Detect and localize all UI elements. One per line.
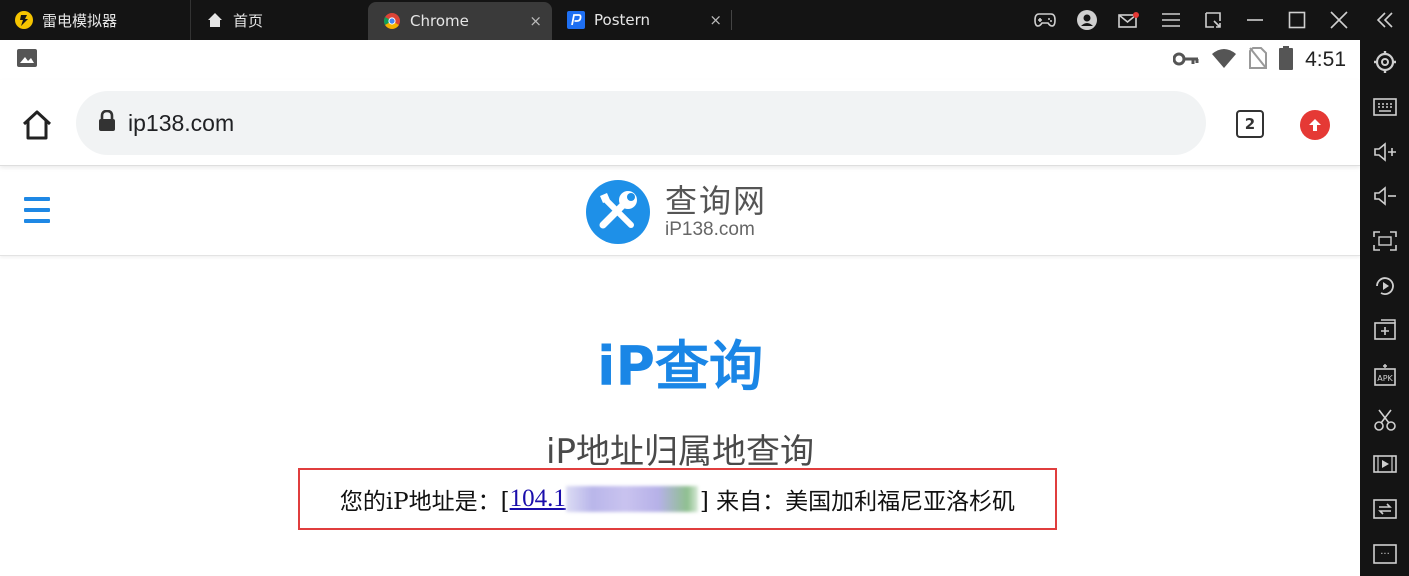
omnibox[interactable]: ip138.com <box>76 91 1206 155</box>
tools-logo-icon <box>586 180 650 244</box>
ldplayer-logo-icon <box>14 10 34 30</box>
volume-up-icon[interactable] <box>1360 129 1409 174</box>
ip-redaction <box>565 486 698 512</box>
android-screen: 4:51 ip138.com 2 查询网 iP138.com iP查询 iP地址… <box>0 40 1360 576</box>
tab-postern-close-icon[interactable]: × <box>709 11 722 29</box>
minimize-icon[interactable] <box>1234 0 1276 40</box>
browser-home-button[interactable] <box>20 108 54 142</box>
mail-icon[interactable] <box>1108 0 1150 40</box>
rotate-icon[interactable] <box>1360 263 1409 308</box>
more-icon[interactable]: ··· <box>1360 531 1409 576</box>
keyboard-icon[interactable] <box>1360 85 1409 130</box>
account-icon[interactable] <box>1066 0 1108 40</box>
sync-icon[interactable] <box>1360 487 1409 532</box>
postern-icon <box>566 10 586 30</box>
more-label: ··· <box>1380 549 1390 560</box>
site-header: 查询网 iP138.com <box>0 166 1360 256</box>
restore-icon[interactable] <box>1192 0 1234 40</box>
app-name: 雷电模拟器 <box>42 11 118 30</box>
arrow-up-icon <box>1309 119 1321 131</box>
chrome-toolbar: ip138.com 2 <box>0 80 1360 166</box>
emulator-sidebar: APK ··· <box>1360 40 1409 576</box>
tab-postern-label: Postern <box>594 11 651 29</box>
tab-chrome-label: Chrome <box>410 12 469 30</box>
page-content: iP查询 iP地址归属地查询 您的iP地址是：[104.1 ] 来自：美国加利福尼… <box>0 256 1360 576</box>
image-notification-icon <box>16 48 38 72</box>
tab-chrome-close-icon[interactable]: × <box>529 12 542 30</box>
chrome-icon <box>382 11 402 31</box>
add-window-icon[interactable] <box>1360 308 1409 353</box>
page-subtitle: iP地址归属地查询 <box>546 432 814 472</box>
status-time: 4:51 <box>1305 48 1346 71</box>
apk-label: APK <box>1377 374 1393 383</box>
logo-cn-text: 查询网 <box>665 182 768 220</box>
maximize-icon[interactable] <box>1276 0 1318 40</box>
emulator-titlebar: 雷电模拟器 首页 Chrome × Postern × <box>0 0 1409 40</box>
tab-home[interactable]: 首页 <box>190 0 368 40</box>
ip-address-link[interactable]: 104.1 <box>510 485 566 513</box>
home-icon <box>205 10 225 30</box>
logo-en-text: iP138.com <box>665 219 755 240</box>
ip-prefix-text: 您的iP地址是：[ <box>339 489 510 515</box>
url-text[interactable]: ip138.com <box>128 110 234 137</box>
gamepad-icon[interactable] <box>1024 0 1066 40</box>
apk-icon[interactable]: APK <box>1360 353 1409 398</box>
tab-switcher-button[interactable]: 2 <box>1236 110 1264 138</box>
site-logo[interactable]: 查询网 iP138.com <box>585 179 767 245</box>
close-icon[interactable] <box>1318 0 1360 40</box>
vpn-key-icon <box>1172 51 1199 70</box>
video-icon[interactable] <box>1360 442 1409 487</box>
collapse-icon[interactable] <box>1360 0 1409 40</box>
lock-icon <box>98 109 116 136</box>
status-bar: 4:51 <box>0 40 1360 80</box>
update-chrome-button[interactable] <box>1300 110 1330 140</box>
settings-icon[interactable] <box>1360 40 1409 85</box>
window-controls <box>1024 0 1409 40</box>
app-title: 雷电模拟器 <box>0 0 190 40</box>
site-menu-icon[interactable] <box>24 197 50 230</box>
tab-postern[interactable]: Postern × <box>552 0 732 40</box>
tab-chrome[interactable]: Chrome × <box>368 2 552 40</box>
home-outline-icon <box>22 110 52 140</box>
tab-home-label: 首页 <box>233 11 264 30</box>
page-title: iP查询 <box>596 335 764 398</box>
wifi-icon <box>1211 48 1237 72</box>
no-signal-icon <box>1249 47 1268 73</box>
ip-result-box: 您的iP地址是：[104.1 ] 来自：美国加利福尼亚洛杉矶 <box>298 468 1057 530</box>
menu-icon[interactable] <box>1150 0 1192 40</box>
fullscreen-icon[interactable] <box>1360 219 1409 264</box>
battery-icon <box>1279 46 1294 74</box>
ip-location-text: ] 来自：美国加利福尼亚洛杉矶 <box>699 489 1016 515</box>
status-icons: 4:51 <box>1172 46 1346 74</box>
volume-down-icon[interactable] <box>1360 174 1409 219</box>
scissors-icon[interactable] <box>1360 397 1409 442</box>
